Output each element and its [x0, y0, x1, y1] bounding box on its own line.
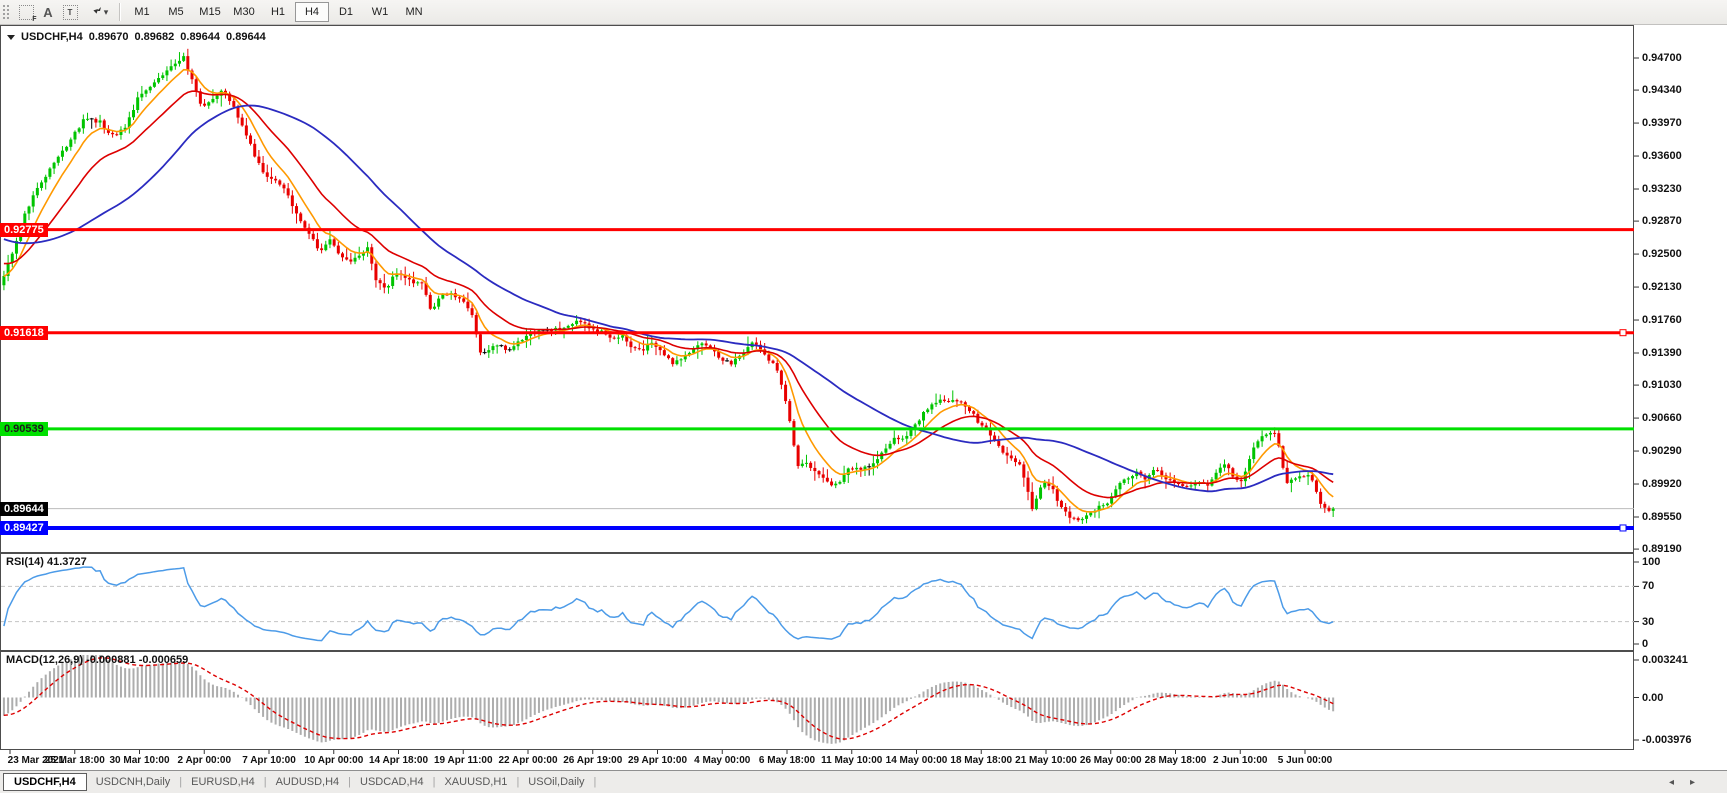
tab-scroll-right-icon[interactable]: ▸: [1690, 777, 1695, 788]
price-axis-tick: 0.89190: [1642, 543, 1682, 555]
chart-tab-eurusd-h4[interactable]: EURUSD,H4: [182, 776, 264, 788]
timeframe-button-m15[interactable]: M15: [193, 2, 227, 22]
pattern-fill-letter: F: [32, 16, 36, 23]
date-axis-label: 23 Mar 2021: [8, 755, 65, 766]
price-axis-tick: 0.90290: [1642, 445, 1682, 457]
timeframe-button-group: M1M5M15M30H1H4D1W1MN: [125, 2, 431, 22]
timeframe-button-w1[interactable]: W1: [363, 2, 397, 22]
date-axis-label: 14 May 00:00: [886, 755, 948, 766]
rsi-axis-tick: 0: [1642, 638, 1648, 650]
date-axis-label: 5 Jun 00:00: [1278, 755, 1332, 766]
ohlc-close: 0.89644: [226, 31, 266, 43]
date-axis-label: 30 Mar 10:00: [109, 755, 169, 766]
chart-title: USDCHF,H4 0.89670 0.89682 0.89644 0.8964…: [7, 31, 266, 43]
macd-axis-tick: 0.00: [1642, 692, 1663, 704]
date-axis-label: 7 Apr 10:00: [242, 755, 296, 766]
price-axis-tick: 0.89550: [1642, 511, 1682, 523]
rsi-axis-tick: 100: [1642, 556, 1660, 568]
ohlc-open: 0.89670: [89, 31, 129, 43]
date-axis-label: 4 May 00:00: [694, 755, 750, 766]
toolbar: F A T ▾ M1M5M15M30H1H4D1W1MN: [0, 0, 1727, 25]
macd-indicator-panel[interactable]: [0, 651, 1634, 750]
date-axis-label: 28 May 18:00: [1145, 755, 1207, 766]
timeframe-button-d1[interactable]: D1: [329, 2, 363, 22]
date-axis-label: 25 Mar 18:00: [45, 755, 105, 766]
chart-tab-usdcnh-daily[interactable]: USDCNH,Daily: [87, 776, 180, 788]
chart-tab-xauusd-h1[interactable]: XAUUSD,H1: [435, 776, 516, 788]
tab-separator: |: [594, 776, 597, 788]
macd-label: MACD(12,26,9) -0.000881 -0.000659: [6, 654, 188, 666]
terminal-window: F A T ▾ M1M5M15M30H1H4D1W1MN USDCHF,H4 0…: [0, 0, 1727, 793]
chart-tab-usdchf-h4[interactable]: USDCHF,H4: [3, 773, 87, 791]
pattern-fill-icon[interactable]: F: [15, 2, 37, 22]
chevron-down-icon: ▾: [104, 7, 109, 18]
arrows-glyph: [88, 5, 103, 19]
date-axis-label: 6 May 18:00: [759, 755, 815, 766]
date-axis-label: 26 Apr 19:00: [563, 755, 622, 766]
timeframe-button-mn[interactable]: MN: [397, 2, 431, 22]
price-axis-tick: 0.93600: [1642, 150, 1682, 162]
date-axis-label: 21 May 10:00: [1015, 755, 1077, 766]
chart-tab-bar: USDCHF,H4USDCNH,Daily|EURUSD,H4|AUDUSD,H…: [0, 770, 1727, 793]
date-axis-label: 11 May 10:00: [821, 755, 882, 766]
tab-scroll-left-icon[interactable]: ◂: [1669, 777, 1674, 788]
toolbar-drag-grip[interactable]: [2, 4, 11, 20]
timeframe-button-m1[interactable]: M1: [125, 2, 159, 22]
rsi-indicator-panel[interactable]: [0, 553, 1634, 651]
rsi-axis-tick: 70: [1642, 580, 1654, 592]
text-box-icon[interactable]: T: [59, 2, 81, 22]
price-axis-tick: 0.93230: [1642, 183, 1682, 195]
ohlc-high: 0.89682: [135, 31, 175, 43]
text-box-frame: T: [63, 5, 78, 20]
chart-symbol-timeframe: USDCHF,H4: [21, 31, 83, 43]
symbol-dropdown-icon[interactable]: [7, 35, 15, 40]
macd-axis-tick: -0.003976: [1642, 734, 1692, 746]
price-axis-tick: 0.94340: [1642, 84, 1682, 96]
price-axis-tick: 0.90660: [1642, 412, 1682, 424]
toolbar-separator: [119, 3, 121, 21]
rsi-label: RSI(14) 41.3727: [6, 556, 87, 568]
date-axis-label: 22 Apr 00:00: [498, 755, 557, 766]
price-axis-tick: 0.94700: [1642, 52, 1682, 64]
price-axis-tick: 0.93970: [1642, 117, 1682, 129]
price-axis-tick: 0.91030: [1642, 379, 1682, 391]
chart-tab-usdcad-h4[interactable]: USDCAD,H4: [351, 776, 433, 788]
date-axis-label: 2 Jun 10:00: [1213, 755, 1267, 766]
date-axis-label: 14 Apr 18:00: [369, 755, 428, 766]
text-label-icon[interactable]: A: [37, 2, 59, 22]
date-axis-label: 10 Apr 00:00: [304, 755, 363, 766]
chart-tab-audusd-h4[interactable]: AUDUSD,H4: [267, 776, 349, 788]
price-axis-tick: 0.92500: [1642, 248, 1682, 260]
timeframe-button-h1[interactable]: H1: [261, 2, 295, 22]
date-axis-label: 18 May 18:00: [950, 755, 1012, 766]
rsi-axis-tick: 30: [1642, 616, 1654, 628]
price-axis-tick: 0.91390: [1642, 347, 1682, 359]
price-axis-tick: 0.89920: [1642, 478, 1682, 490]
date-axis-label: 26 May 00:00: [1080, 755, 1142, 766]
ohlc-low: 0.89644: [180, 31, 220, 43]
pattern-fill-box: F: [19, 5, 34, 20]
tab-items: USDCHF,H4USDCNH,Daily|EURUSD,H4|AUDUSD,H…: [0, 773, 596, 791]
price-axis-tick: 0.91760: [1642, 314, 1682, 326]
timeframe-button-m30[interactable]: M30: [227, 2, 261, 22]
timeframe-button-m5[interactable]: M5: [159, 2, 193, 22]
date-axis-label: 2 Apr 00:00: [177, 755, 231, 766]
date-axis-label: 29 Apr 10:00: [628, 755, 687, 766]
arrow-objects-icon[interactable]: ▾: [81, 2, 115, 22]
macd-axis-tick: 0.003241: [1642, 654, 1688, 666]
chart-tab-usoil-daily[interactable]: USOil,Daily: [519, 776, 593, 788]
timeframe-button-h4[interactable]: H4: [295, 2, 329, 22]
tab-scroll-arrows: ◂ ▸: [1669, 777, 1727, 788]
date-axis-label: 19 Apr 11:00: [434, 755, 493, 766]
price-axis-tick: 0.92130: [1642, 281, 1682, 293]
price-axis-tick: 0.92870: [1642, 215, 1682, 227]
main-chart-panel[interactable]: [0, 25, 1634, 553]
